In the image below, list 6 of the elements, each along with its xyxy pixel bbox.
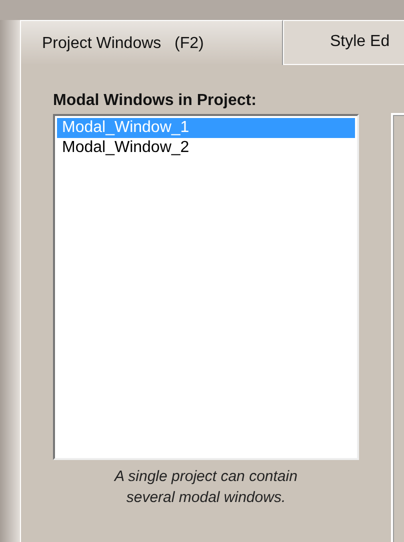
caption: A single project can contain several modal windows. bbox=[112, 467, 298, 508]
tab[interactable]: Style Ed bbox=[283, 20, 404, 65]
list-item[interactable]: Modal_Window_2 bbox=[57, 138, 355, 158]
tab[interactable]: Project Windows (F2) bbox=[20, 20, 283, 65]
window-list[interactable]: Modal_Window_1 Modal_Window_2 bbox=[53, 114, 359, 460]
list-heading: Modal Windows in Project: bbox=[53, 92, 258, 110]
